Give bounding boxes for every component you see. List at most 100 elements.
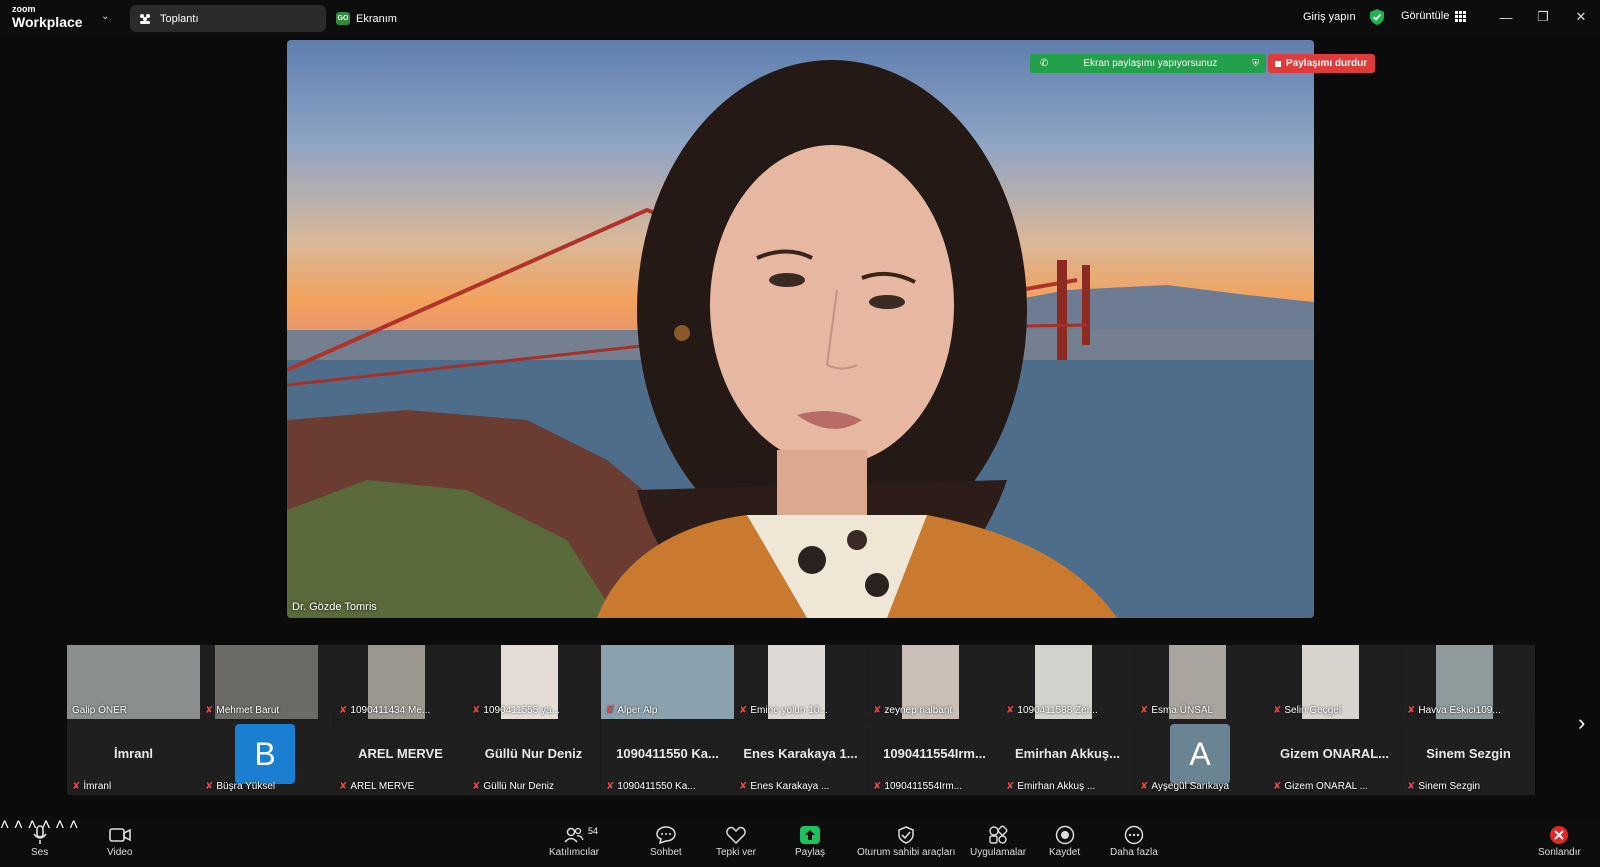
zoom-logo[interactable]: zoom Workplace (12, 5, 83, 30)
participant-tile[interactable]: ✘ Emine yolun 10... (734, 645, 867, 719)
meeting-toolbar: Ses ˄ Video ˄ Katılımcılar 54 ˄ Sohbet ˄… (0, 817, 1600, 867)
video-button[interactable]: Video (107, 825, 132, 858)
stop-share-label: Paylaşımı durdur (1286, 58, 1368, 69)
speaker-name-label: Dr. Gözde Tomris (292, 601, 377, 613)
stop-icon (1275, 60, 1281, 67)
end-x-icon (1550, 826, 1569, 844)
end-meeting-button[interactable]: Sonlandır (1538, 825, 1581, 858)
host-shield-icon (898, 826, 914, 844)
heart-icon (726, 826, 746, 844)
muted-microphone-icon: ✘ (873, 705, 882, 716)
participant-tile[interactable]: 1090411550 Ka... ✘ 1090411550 Ka... (601, 721, 734, 795)
participant-name: Esma ÜNSAL (1151, 705, 1214, 716)
participant-name: 1090411588 Zer... (1017, 705, 1098, 716)
apps-button[interactable]: Uygulamalar (970, 825, 1026, 858)
participants-icon (564, 827, 584, 843)
participant-name-row: ✘ Enes Karakaya ... (739, 781, 829, 792)
participant-name-row: ✘ Mehmet Barut (205, 705, 279, 716)
grid-icon (1455, 10, 1467, 22)
logo-big-text: Workplace (12, 14, 83, 30)
participant-name-row: ✘ Sinem Sezgin (1407, 781, 1480, 792)
participant-name: Emirhan Akkuş ... (1017, 781, 1096, 792)
record-icon (1055, 825, 1074, 845)
record-button[interactable]: Kaydet (1049, 825, 1080, 858)
microphone-icon (32, 825, 47, 844)
more-button[interactable]: Daha fazla (1110, 825, 1158, 858)
restore-icon[interactable]: ❐ (1531, 6, 1555, 28)
participant-name: Galip ÖNER (72, 705, 128, 716)
participant-tile[interactable]: Galip ÖNER (67, 645, 200, 719)
participant-name: Gizem ONARAL ... (1284, 781, 1368, 792)
muted-microphone-icon: ✘ (72, 781, 81, 792)
minimize-icon[interactable]: — (1494, 6, 1518, 28)
view-button[interactable]: Görüntüle (1401, 10, 1467, 22)
apps-options-caret-icon[interactable]: ˄ (69, 817, 78, 834)
participant-name-row: ✘ 1090411550 Ka... (606, 781, 696, 792)
participant-name: 1090411550 Ka... (617, 781, 696, 792)
participant-name-row: ✘ Güllü Nur Deniz (472, 781, 554, 792)
chat-bubble-icon (656, 826, 676, 844)
participant-name-row: ✘ Selin Geçgel (1273, 705, 1341, 716)
participant-name-row: ✘ İmranl (72, 781, 111, 792)
muted-microphone-icon: ✘ (1140, 705, 1149, 716)
participant-tile[interactable]: B ✘ Büşra Yüksel (200, 721, 333, 795)
video-camera-icon (108, 828, 131, 842)
chevron-right-icon[interactable]: › (1578, 710, 1585, 736)
active-speaker-video[interactable] (287, 40, 1314, 618)
muted-microphone-icon: ✘ (1407, 705, 1416, 716)
chat-button[interactable]: Sohbet (650, 825, 682, 858)
participant-tile[interactable]: ✘ Havva Eskici109... (1402, 645, 1535, 719)
participant-tile[interactable]: ✘ Mehmet Barut (200, 645, 333, 719)
tab-meeting[interactable]: Toplantı (130, 5, 326, 32)
video-options-caret-icon[interactable]: ˄ (14, 817, 23, 834)
zoom-window: zoom Workplace ⌄ Toplantı GO Ekranım Gir… (0, 0, 1600, 867)
participant-tile[interactable]: İmranl ✘ İmranl (67, 721, 200, 795)
stop-share-button[interactable]: Paylaşımı durdur (1268, 54, 1375, 73)
participant-tile[interactable]: ✘ Alper Alp (601, 645, 734, 719)
chevron-down-icon[interactable]: ⌄ (101, 11, 109, 22)
muted-microphone-icon: ✘ (1407, 781, 1416, 792)
participant-tile[interactable]: A ✘ Ayşegül Sarıkaya (1135, 721, 1268, 795)
participant-display-name: İmranl (113, 746, 153, 761)
participant-tile[interactable]: ✘ Esma ÜNSAL (1135, 645, 1268, 719)
participant-name-row: Galip ÖNER (72, 705, 127, 716)
react-button[interactable]: Tepki ver (716, 825, 756, 858)
participant-display-name: Emirhan Akkuş... (1015, 746, 1120, 761)
participant-tile[interactable]: AREL MERVE ✘ AREL MERVE (334, 721, 467, 795)
participant-name-row: ✘ zeynep nalbant (873, 705, 952, 716)
participant-tile[interactable]: Sinem Sezgin ✘ Sinem Sezgin (1402, 721, 1535, 795)
host-tools-button[interactable]: Oturum sahibi araçları (857, 825, 955, 858)
participant-tile[interactable]: ✘ 1090411555 ya... (467, 645, 600, 719)
participant-tile[interactable]: ✘ zeynep nalbant (868, 645, 1001, 719)
tab-my-screen[interactable]: GO Ekranım (336, 8, 397, 29)
participant-name-row: ✘ Esma ÜNSAL (1140, 705, 1213, 716)
close-icon[interactable]: ✕ (1569, 6, 1593, 28)
more-dots-icon (1124, 825, 1144, 845)
participant-tile[interactable]: ✘ Selin Geçgel (1268, 645, 1401, 719)
participant-tile[interactable]: Enes Karakaya 1... ✘ Enes Karakaya ... (734, 721, 867, 795)
muted-microphone-icon: ✘ (472, 781, 481, 792)
audio-options-caret-icon[interactable]: ˄ (0, 817, 9, 834)
participant-name-row: ✘ Büşra Yüksel (205, 781, 275, 792)
audio-button[interactable]: Ses (31, 825, 48, 858)
muted-microphone-icon: ✘ (472, 705, 481, 716)
participant-name: Ayşegül Sarıkaya (1151, 781, 1230, 792)
view-label: Görüntüle (1401, 10, 1450, 22)
shield-icon: ⛨ (1252, 58, 1259, 68)
participant-tile[interactable]: Güllü Nur Deniz ✘ Güllü Nur Deniz (467, 721, 600, 795)
participant-tile[interactable]: Gizem ONARAL... ✘ Gizem ONARAL ... (1268, 721, 1401, 795)
share-button[interactable]: Paylaş (795, 825, 825, 858)
participant-tile[interactable]: ✘ 1090411434 Me... (334, 645, 467, 719)
share-screen-icon (800, 826, 820, 844)
participant-display-name: Güllü Nur Deniz (484, 746, 583, 761)
share-options-caret-icon[interactable]: ˄ (55, 817, 64, 834)
muted-microphone-icon: ✘ (1273, 705, 1282, 716)
participant-name-row: ✘ Havva Eskici109... (1407, 705, 1501, 716)
participant-tile[interactable]: Emirhan Akkuş... ✘ Emirhan Akkuş ... (1001, 721, 1134, 795)
screen-share-status-bar[interactable]: ✆ Ekran paylaşımı yapıyorsunuz ⛨ (1030, 54, 1266, 73)
participant-name: Havva Eskici109... (1418, 705, 1501, 716)
sign-in-link[interactable]: Giriş yapın (1303, 11, 1356, 23)
shield-check-icon[interactable] (1370, 9, 1384, 25)
participant-tile[interactable]: ✘ 1090411588 Zer... (1001, 645, 1134, 719)
participant-tile[interactable]: 1090411554Irm... ✘ 1090411554Irm... (868, 721, 1001, 795)
